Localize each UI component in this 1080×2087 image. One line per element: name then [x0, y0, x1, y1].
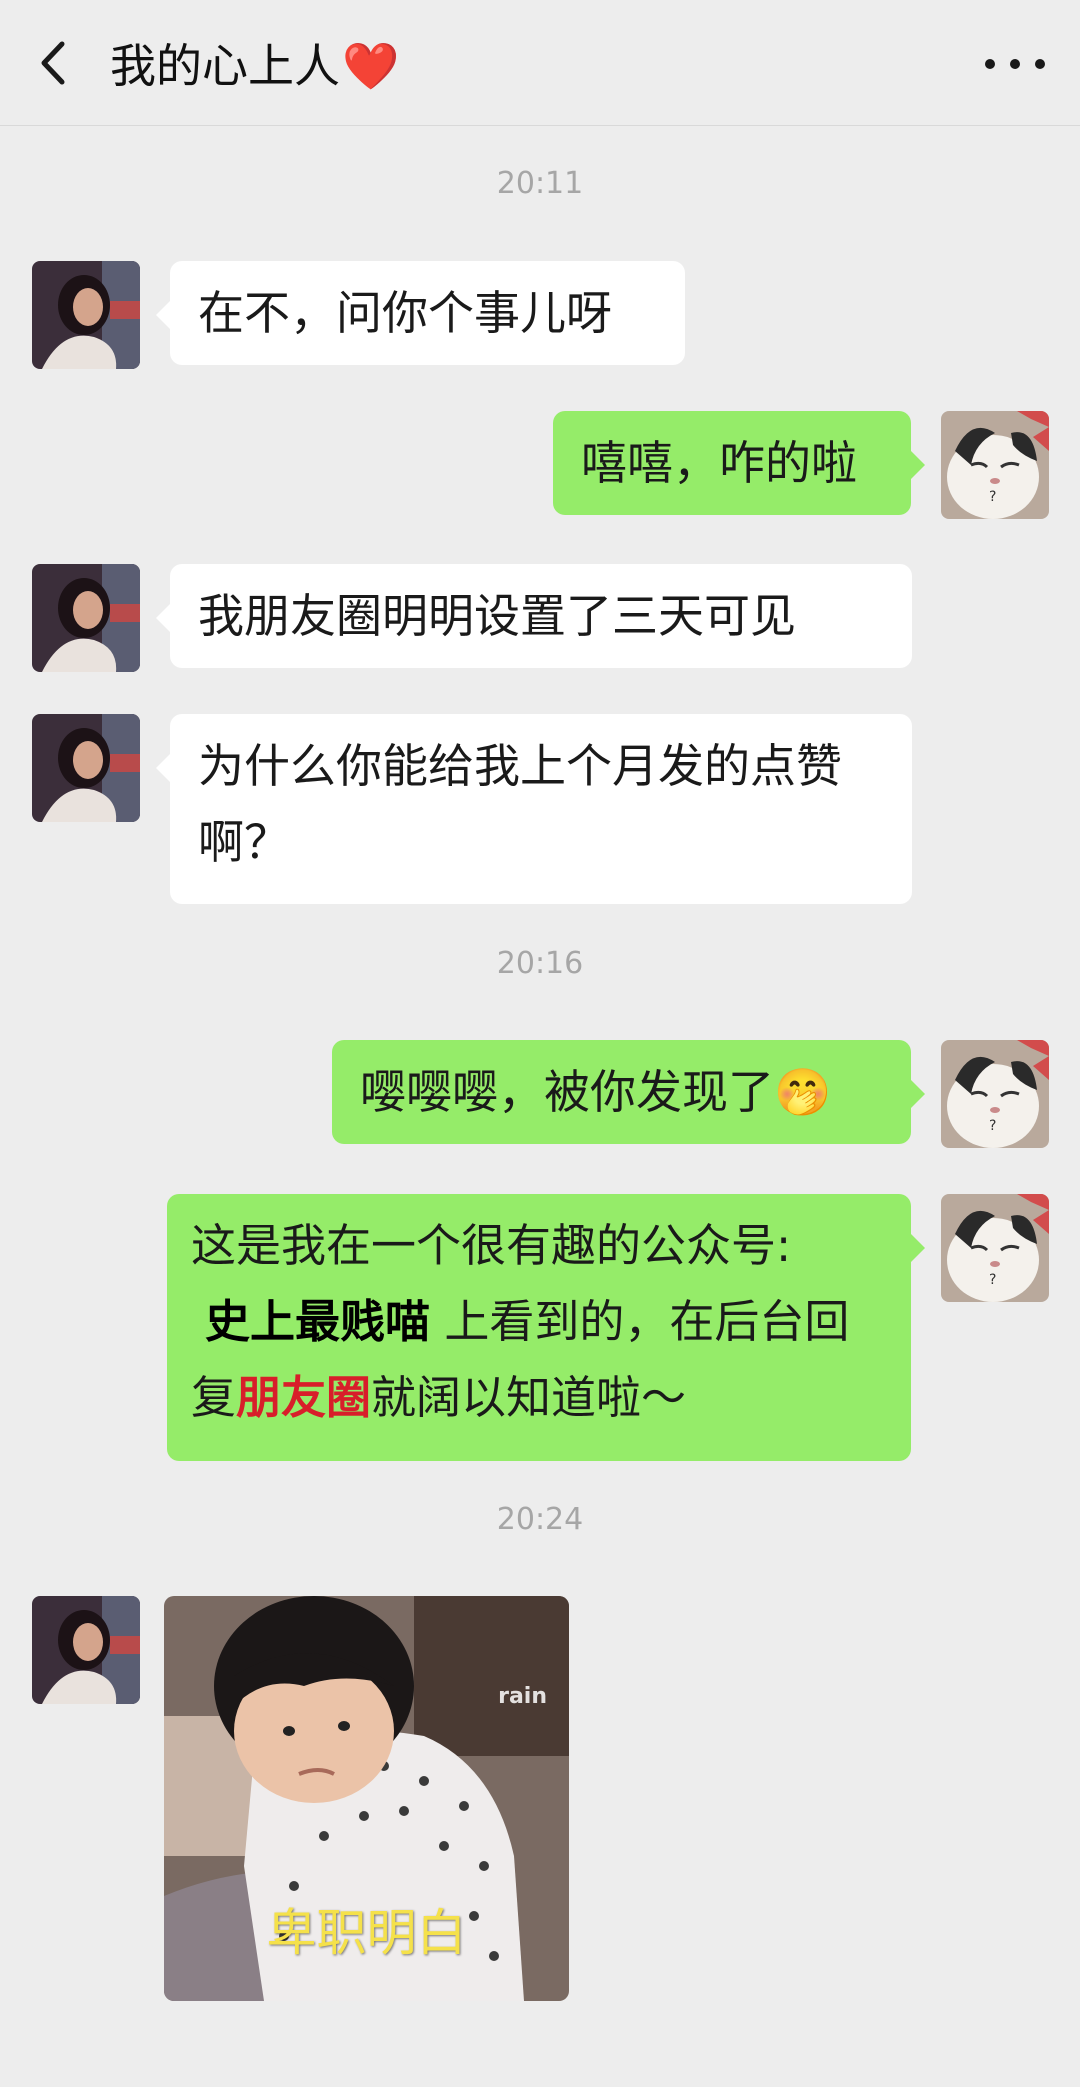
message-text: 这是我在一个很有趣的公众号: — [191, 1219, 792, 1272]
message-bubble-incoming[interactable]: 为什么你能给我上个月发的点赞啊？ — [156, 714, 912, 904]
more-dots-icon — [985, 59, 1045, 69]
message-bubble-outgoing[interactable]: 嘤嘤嘤，被你发现了🤭 — [332, 1040, 925, 1144]
heart-icon: ❤️ — [342, 39, 400, 93]
watermark: rain — [498, 1684, 547, 1709]
contact-avatar-image — [32, 1596, 140, 1704]
chat-title: 我的心上人❤️ — [110, 36, 399, 96]
message-bubble-outgoing[interactable]: 这是我在一个很有趣的公众号: 史上最贱喵 上看到的，在后台回复朋友圈就阔以知道啦～ — [167, 1194, 925, 1461]
sticker-caption: 卑职明白 — [266, 1904, 467, 1962]
message-text: 为什么你能给我上个月发的点赞啊？ — [198, 739, 842, 869]
message-text: 嘻嘻，咋的啦 — [581, 436, 857, 490]
chevron-left-icon — [41, 41, 65, 85]
svg-text:?: ? — [989, 489, 996, 505]
message-text: 我朋友圈明明设置了三天可见 — [198, 589, 796, 643]
self-avatar[interactable]: ? — [941, 1194, 1049, 1302]
contact-avatar[interactable] — [32, 1596, 140, 1704]
message-bubble-incoming[interactable]: 我朋友圈明明设置了三天可见 — [156, 564, 912, 668]
chat-header: 我的心上人❤️ — [0, 0, 1080, 126]
contact-avatar-image — [32, 261, 140, 369]
svg-text:?: ? — [989, 1272, 996, 1288]
contact-avatar[interactable] — [32, 261, 140, 369]
self-avatar-image: ? — [941, 411, 1049, 519]
self-avatar-image: ? — [941, 1040, 1049, 1148]
contact-avatar-image — [32, 564, 140, 672]
contact-avatar-image — [32, 714, 140, 822]
keyword-highlight: 朋友圈 — [236, 1371, 372, 1424]
message-bubble-incoming[interactable]: 在不，问你个事儿呀 — [156, 261, 685, 365]
account-name-highlight: 史上最贱喵 — [205, 1295, 431, 1348]
message-text: 嘤嘤嘤，被你发现了 — [360, 1065, 774, 1119]
self-avatar-image: ? — [941, 1194, 1049, 1302]
message-text: 就阔以知道啦～ — [371, 1371, 687, 1424]
message-bubble-outgoing[interactable]: 嘻嘻，咋的啦 — [553, 411, 925, 515]
sticker-image[interactable]: rain 卑职明白 — [164, 1596, 569, 2001]
timestamp: 20:24 — [496, 1502, 584, 1537]
contact-avatar[interactable] — [32, 564, 140, 672]
self-avatar[interactable]: ? — [941, 1040, 1049, 1148]
timestamp: 20:16 — [496, 946, 584, 981]
svg-text:?: ? — [989, 1118, 996, 1134]
timestamp: 20:11 — [496, 166, 584, 201]
back-button[interactable] — [28, 30, 88, 96]
contact-avatar[interactable] — [32, 714, 140, 822]
more-options-button[interactable] — [970, 36, 1060, 92]
self-avatar[interactable]: ? — [941, 411, 1049, 519]
smirk-emoji-icon: 🤭 — [774, 1065, 832, 1119]
message-text: 在不，问你个事儿呀 — [198, 286, 612, 340]
chat-title-text: 我的心上人 — [110, 39, 340, 93]
